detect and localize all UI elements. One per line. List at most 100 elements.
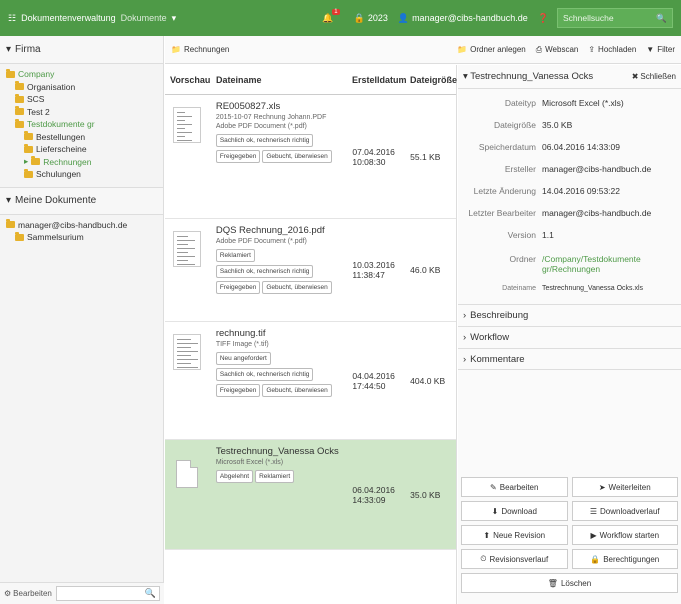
send-icon: ➤ <box>598 482 606 492</box>
status-badge[interactable]: Gebucht, überwiesen <box>262 150 332 163</box>
new-folder-button[interactable]: 📁 Ordner anlegen <box>457 45 526 54</box>
col-date[interactable]: Erstelldatum <box>346 75 407 85</box>
search-placeholder: Schnellsuche <box>563 13 614 23</box>
my-docs-label: Meine Dokumente <box>15 195 97 206</box>
file-name[interactable]: rechnung.tif <box>216 328 341 339</box>
col-name[interactable]: Dateiname <box>210 75 346 85</box>
status-badge[interactable]: Gebucht, überwiesen <box>262 281 332 294</box>
lock-icon: 🔒 <box>590 554 601 564</box>
tree-item[interactable]: Company <box>6 68 163 81</box>
folder-icon <box>15 106 24 116</box>
properties: Dateityp Microsoft Excel (*.xls) Dateigröß… <box>458 89 681 249</box>
upload-button[interactable]: ⇪ Hochladen <box>588 45 636 54</box>
tree-item[interactable]: SCS <box>6 93 163 106</box>
help-button[interactable]: ❓ <box>538 13 549 24</box>
accordion-2[interactable]: › Kommentare <box>458 348 681 370</box>
tree-item[interactable]: Testdokumente gr <box>6 118 163 131</box>
prop-key: Ersteller <box>504 164 536 174</box>
webscan-label: Webscan <box>545 45 579 54</box>
tree-item[interactable]: Sammelsurium <box>6 231 163 244</box>
table-row[interactable]: rechnung.tif TIFF Image (*.tif) Neu angefo… <box>165 322 456 440</box>
sidebar: ▾ Firma Company Organisation SCS Test 2 Test… <box>0 36 164 604</box>
delete-button[interactable]: 🗑 Löschen <box>461 573 678 593</box>
forward-button[interactable]: ➤ Weiterleiten <box>571 477 678 497</box>
year-label: 2023 <box>367 13 388 23</box>
tree-item[interactable]: ▸ Rechnungen <box>6 156 163 169</box>
revision-history-button[interactable]: ⏲ Revisionsverlauf <box>461 549 568 569</box>
prop-value: 1.1 <box>542 230 554 240</box>
permissions-button[interactable]: 🔒 Berechtigungen <box>571 549 678 569</box>
download-button[interactable]: ⬇ Download <box>461 501 568 521</box>
folder-icon <box>24 143 33 153</box>
firm-section-header[interactable]: ▾ Firma <box>0 36 163 64</box>
property-row: Dateityp Microsoft Excel (*.xls) <box>462 93 677 115</box>
prop-value: 35.0 KB <box>542 120 573 130</box>
status-badge[interactable]: Freigegeben <box>215 384 261 397</box>
table-row[interactable]: RE0050827.xls 2015-10-07 Rechnung Johann.… <box>165 95 456 219</box>
edit-button[interactable]: ✎ Bearbeiten <box>461 477 568 497</box>
chevron-right-icon: › <box>463 310 467 321</box>
file-name[interactable]: Testrechnung_Vanessa Ocks <box>216 446 341 457</box>
download-label: Download <box>501 506 537 516</box>
app-brand[interactable]: ☷ Dokumentenverwaltung Dokumente ▾ <box>8 13 176 24</box>
tree-item-label: Rechnungen <box>43 156 92 167</box>
section-title[interactable]: Dokumente <box>121 13 167 23</box>
edit-tree-button[interactable]: ⚙ Bearbeiten <box>4 589 52 598</box>
tree-item[interactable]: Organisation <box>6 81 163 94</box>
status-badge[interactable]: Neu angefordert <box>215 352 271 365</box>
preview-cell[interactable] <box>165 95 210 218</box>
my-docs-header[interactable]: ▾ Meine Dokumente <box>0 186 163 215</box>
tree-item[interactable]: Lieferscheine <box>6 143 163 156</box>
breadcrumb[interactable]: 📁 Rechnungen <box>171 45 229 54</box>
col-size[interactable]: Dateigröße <box>406 75 457 85</box>
tree-item[interactable]: Schulungen <box>6 168 163 181</box>
upload-icon: ⇪ <box>588 45 596 54</box>
tree-item[interactable]: Bestellungen <box>6 131 163 144</box>
preview-cell[interactable] <box>165 219 210 321</box>
status-badge[interactable]: Abgelehnt <box>215 470 254 483</box>
property-row: Letzter Bearbeiter manager@cibs-handbuch.… <box>462 203 677 225</box>
user-menu[interactable]: 👤 manager@cibs-handbuch.de <box>398 13 528 24</box>
detail-title-wrap[interactable]: ▾ Testrechnung_Vanessa Ocks <box>463 71 593 82</box>
download-icon: ⬇ <box>491 506 499 516</box>
tree-item[interactable]: Test 2 <box>6 106 163 119</box>
property-row: Ersteller manager@cibs-handbuch.de <box>462 159 677 181</box>
status-badge[interactable]: Sachlich ok, rechnerisch richtig <box>215 134 314 147</box>
property-row: Letzte Änderung 14.04.2016 09:53:22 <box>462 181 677 203</box>
status-badge[interactable]: Freigegeben <box>215 150 261 163</box>
notifications-button[interactable]: 🔔 1 <box>322 9 344 24</box>
quick-search-input[interactable]: Schnellsuche 🔍 <box>557 8 673 28</box>
file-name[interactable]: DQS Rechnung_2016.pdf <box>216 225 341 236</box>
close-detail-button[interactable]: ✖ Schließen <box>632 72 676 81</box>
tree-item-label: Lieferscheine <box>36 144 87 155</box>
preview-cell[interactable] <box>165 322 210 439</box>
new-revision-button[interactable]: ⬆ Neue Revision <box>461 525 568 545</box>
status-badge[interactable]: Gebucht, überwiesen <box>262 384 332 397</box>
tree-item[interactable]: manager@cibs-handbuch.de <box>6 219 163 232</box>
table-row[interactable]: DQS Rechnung_2016.pdf Adobe PDF Document … <box>165 219 456 322</box>
help-icon: ❓ <box>537 12 549 23</box>
file-subtitle: Microsoft Excel (*.xls) <box>215 459 284 466</box>
table-row[interactable]: Testrechnung_Vanessa Ocks Microsoft Excel… <box>165 440 456 550</box>
accordion-1[interactable]: › Workflow <box>458 326 681 348</box>
preview-cell[interactable] <box>165 440 210 549</box>
document-thumbnail <box>173 334 202 370</box>
webscan-button[interactable]: ⎙ Webscan <box>536 45 579 55</box>
file-name[interactable]: RE0050827.xls <box>216 101 341 112</box>
play-icon: ▶ <box>590 530 597 540</box>
size-cell: 55.1 KB <box>410 151 441 162</box>
download-history-button[interactable]: ☰ Downloadverlauf <box>571 501 678 521</box>
filter-button[interactable]: ▼ Filter <box>646 45 675 54</box>
start-workflow-button[interactable]: ▶ Workflow starten <box>571 525 678 545</box>
revisions-label: Revisionsverlauf <box>489 554 549 564</box>
accordion-0[interactable]: › Beschreibung <box>458 304 681 326</box>
status-tags: Reklamiert Sachlich ok, rechnerisch richt… <box>215 246 341 294</box>
status-badge[interactable]: Sachlich ok, rechnerisch richtig <box>215 265 314 278</box>
year-selector[interactable]: 🔒 2023 <box>354 13 388 24</box>
folder-link[interactable]: /Company/Testdokumente gr/Rechnungen <box>542 254 677 274</box>
status-badge[interactable]: Reklamiert <box>255 470 295 483</box>
tree-filter-input[interactable]: 🔍 <box>55 586 160 601</box>
status-badge[interactable]: Reklamiert <box>215 249 255 262</box>
status-badge[interactable]: Freigegeben <box>215 281 261 294</box>
status-badge[interactable]: Sachlich ok, rechnerisch richtig <box>215 368 314 381</box>
